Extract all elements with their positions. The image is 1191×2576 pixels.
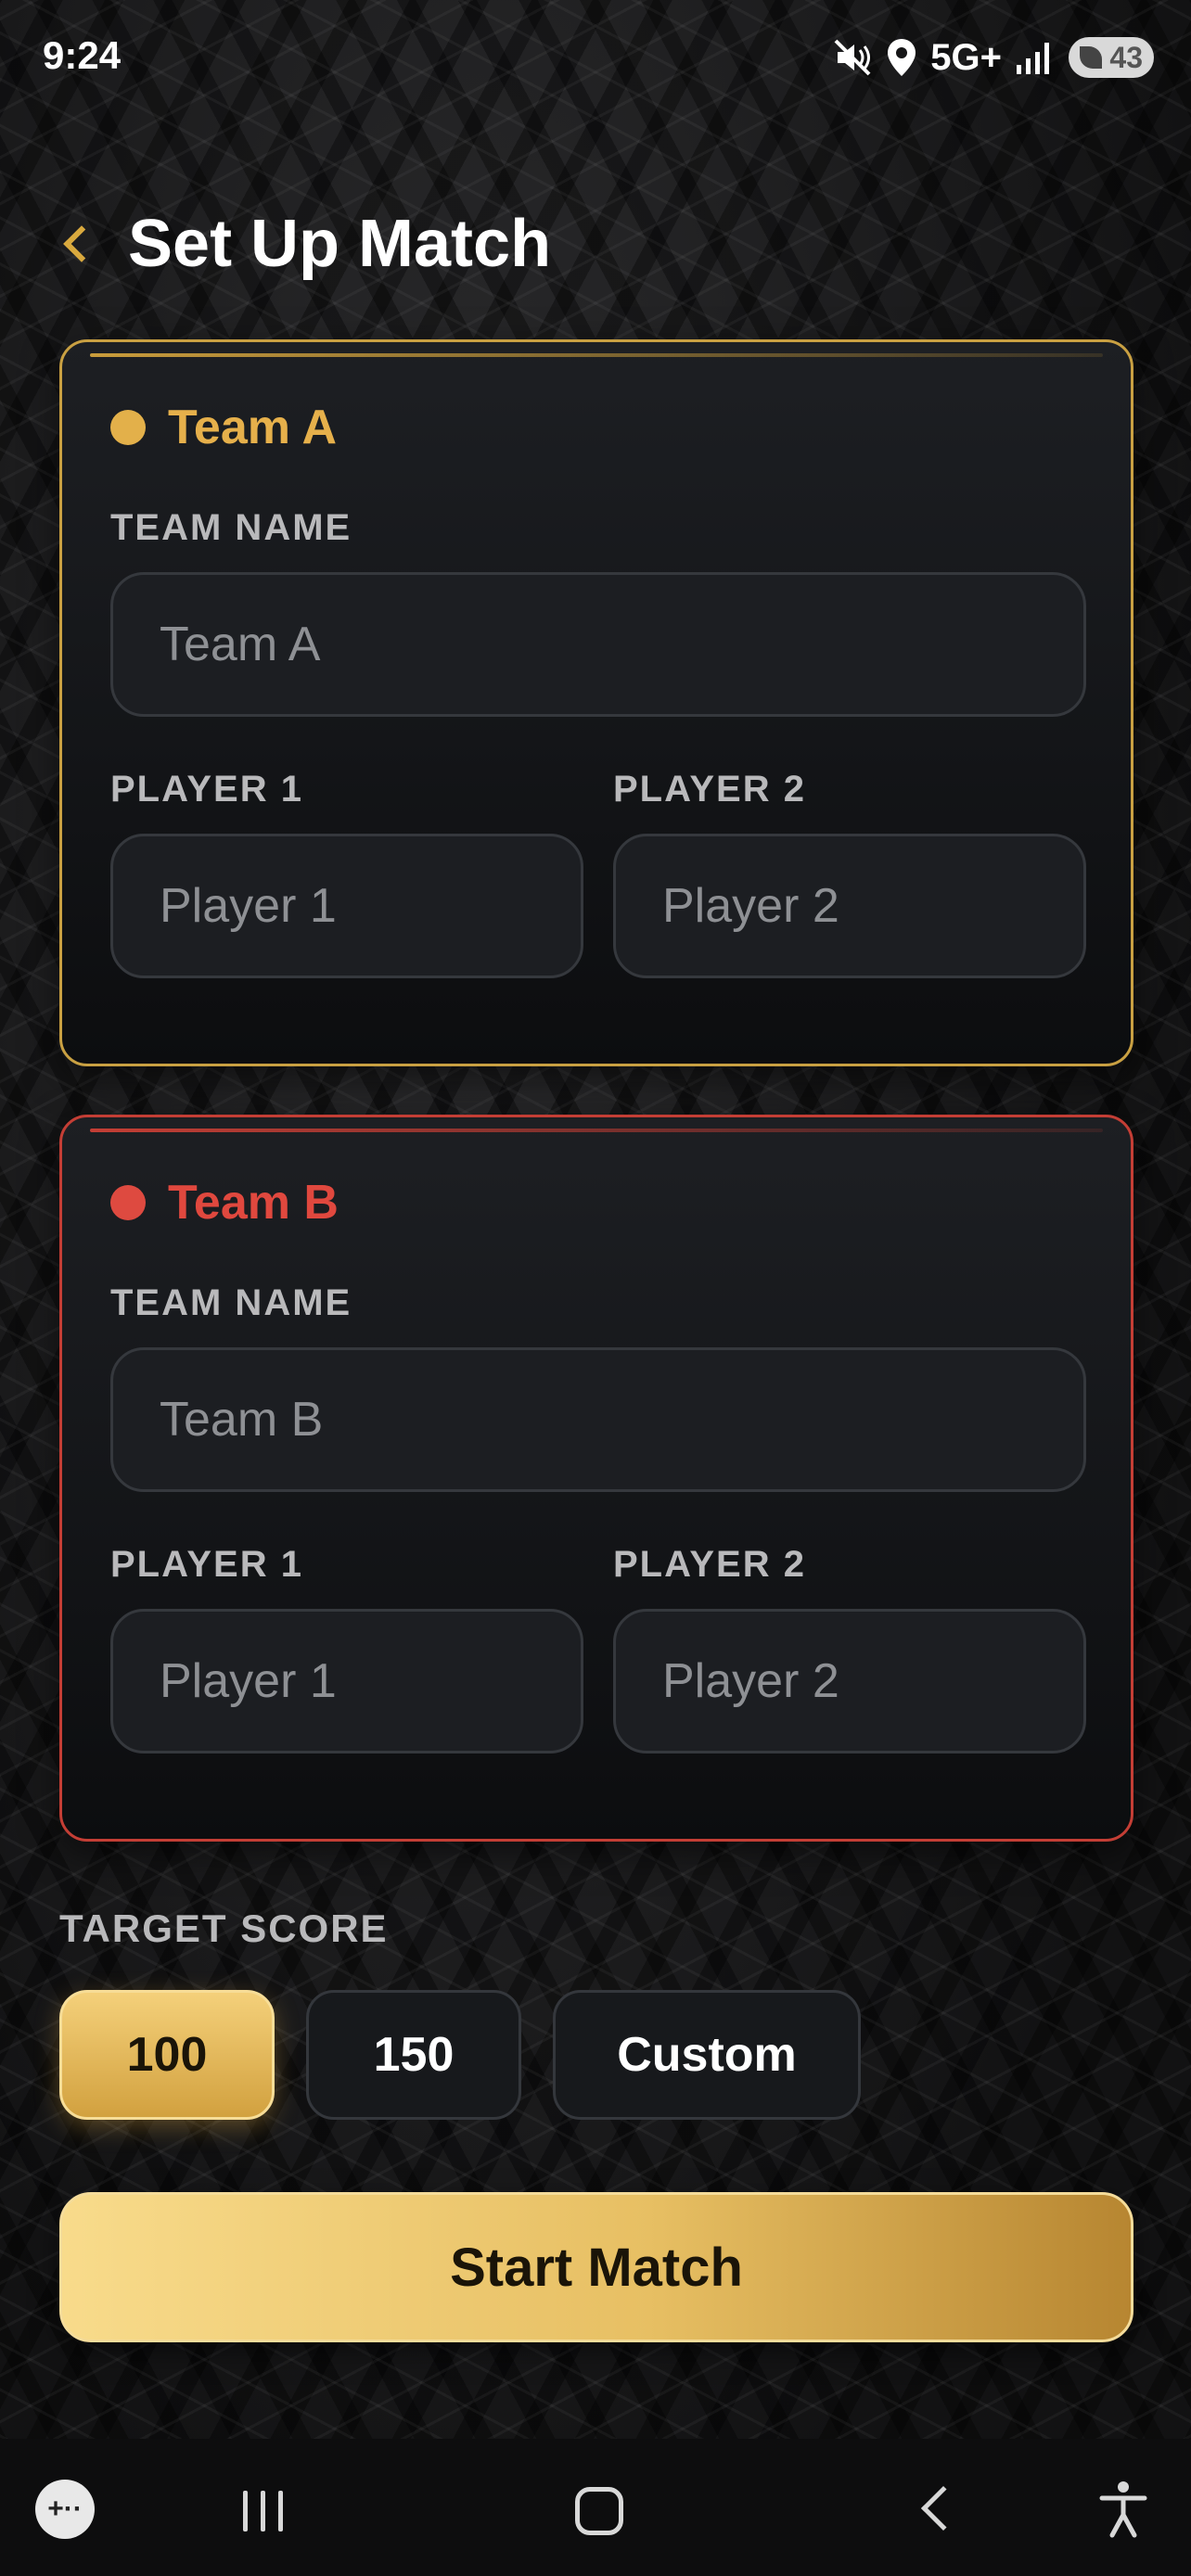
target-score-label: TARGET SCORE	[59, 1906, 389, 1950]
page-title: Set Up Match	[128, 207, 552, 281]
battery-level: 43	[1109, 40, 1143, 74]
target-score-100-button[interactable]: 100	[59, 1990, 275, 2120]
home-icon[interactable]	[575, 2487, 623, 2535]
team-b-player1-label: PLAYER 1	[110, 1544, 303, 1585]
network-type: 5G+	[930, 36, 1002, 78]
team-a-name-label: TEAM NAME	[110, 507, 352, 548]
battery-icon: 43	[1069, 37, 1154, 78]
location-icon	[888, 39, 916, 76]
team-b-color-dot	[110, 1185, 146, 1220]
team-b-title: Team B	[168, 1176, 339, 1230]
team-a-name-input[interactable]	[110, 572, 1086, 717]
team-b-card: Team B TEAM NAME PLAYER 1 PLAYER 2	[59, 1115, 1133, 1842]
team-a-title: Team A	[168, 401, 338, 454]
page-header: Set Up Match	[59, 202, 551, 286]
target-score-custom-button[interactable]: Custom	[553, 1990, 861, 2120]
power-saving-leaf-icon	[1080, 46, 1102, 69]
team-a-player2-label: PLAYER 2	[613, 769, 806, 810]
signal-icon	[1017, 43, 1049, 74]
team-b-player2-input[interactable]	[613, 1609, 1086, 1753]
team-b-name-label: TEAM NAME	[110, 1282, 352, 1323]
team-a-card: Team A TEAM NAME PLAYER 1 PLAYER 2	[59, 339, 1133, 1066]
team-a-player2-input[interactable]	[613, 834, 1086, 978]
team-a-color-dot	[110, 410, 146, 445]
team-b-player1-input[interactable]	[110, 1609, 583, 1753]
status-icons: 5G+ 43	[832, 33, 1154, 82]
chevron-left-icon[interactable]	[63, 225, 100, 262]
recent-apps-icon[interactable]	[243, 2491, 283, 2531]
team-a-player1-label: PLAYER 1	[110, 769, 303, 810]
back-icon[interactable]	[920, 2485, 967, 2531]
accessibility-icon[interactable]	[1098, 2480, 1148, 2539]
team-a-player1-input[interactable]	[110, 834, 583, 978]
team-a-header: Team A	[110, 400, 337, 455]
status-time: 9:24	[43, 33, 122, 77]
mute-vibrate-icon	[834, 39, 871, 76]
team-b-name-input[interactable]	[110, 1347, 1086, 1492]
start-match-button[interactable]: Start Match	[59, 2192, 1133, 2342]
system-nav-bar: +··	[0, 2439, 1191, 2576]
status-bar: 9:24 5G+ 43	[0, 0, 1191, 111]
game-launcher-icon[interactable]: +··	[35, 2480, 95, 2539]
team-b-player2-label: PLAYER 2	[613, 1544, 806, 1585]
team-b-header: Team B	[110, 1175, 339, 1231]
target-score-150-button[interactable]: 150	[306, 1990, 521, 2120]
